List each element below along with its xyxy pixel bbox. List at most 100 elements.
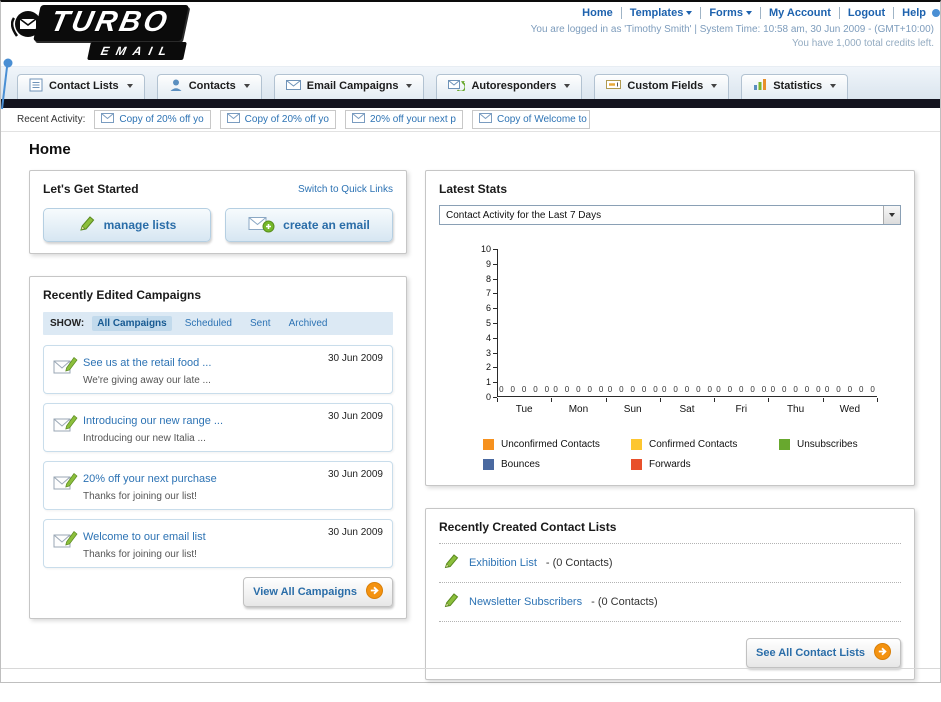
chevron-down-icon bbox=[686, 11, 693, 15]
logo-subtext: EMAIL bbox=[99, 44, 175, 58]
show-label: SHOW: bbox=[50, 318, 85, 329]
contact-lists-icon bbox=[29, 78, 43, 95]
campaign-title-link[interactable]: 20% off your next purchase bbox=[83, 473, 217, 485]
chevron-down-icon bbox=[830, 84, 837, 88]
contact-list-name-link[interactable]: Newsletter Subscribers bbox=[469, 596, 582, 608]
chart-legend: Unconfirmed Contacts Confirmed Contacts Un… bbox=[483, 439, 929, 470]
campaign-date: 30 Jun 2009 bbox=[327, 527, 383, 538]
statistics-icon bbox=[753, 78, 767, 94]
pencil-icon bbox=[78, 215, 96, 235]
manage-lists-button[interactable]: manage lists bbox=[43, 208, 211, 242]
chart-value-labels: 00000 bbox=[716, 385, 767, 394]
annotation-marker-right bbox=[932, 9, 940, 17]
contact-list-item[interactable]: Newsletter Subscribers - (0 Contacts) bbox=[439, 583, 901, 622]
view-all-campaigns-button[interactable]: View All Campaigns bbox=[243, 577, 393, 607]
contact-list-item[interactable]: Exhibition List - (0 Contacts) bbox=[439, 544, 901, 583]
envelope-pencil-icon bbox=[53, 529, 83, 555]
recent-campaigns-panel: Recently Edited Campaigns SHOW: All Camp… bbox=[29, 276, 407, 619]
campaign-subtitle: Thanks for joining our list! bbox=[83, 491, 197, 502]
campaign-subtitle: Thanks for joining our list! bbox=[83, 549, 197, 560]
tab-email-campaigns[interactable]: Email Campaigns bbox=[273, 74, 425, 99]
top-nav-forms[interactable]: Forms bbox=[700, 7, 760, 19]
top-nav-logout[interactable]: Logout bbox=[838, 7, 893, 19]
campaign-title-link[interactable]: Introducing our new range ... bbox=[83, 415, 223, 427]
campaign-list-item[interactable]: 20% off your next purchase Thanks for jo… bbox=[43, 461, 393, 510]
legend-label: Unsubscribes bbox=[797, 439, 858, 450]
recent-contact-lists-title: Recently Created Contact Lists bbox=[439, 520, 901, 544]
chart-x-label: Tue bbox=[515, 404, 533, 415]
campaign-list-item[interactable]: See us at the retail food ... We're givi… bbox=[43, 345, 393, 394]
chart-x-label: Thu bbox=[786, 404, 805, 415]
header: TURBO EMAIL Home Templates Forms My Acco… bbox=[1, 2, 940, 66]
campaign-date: 30 Jun 2009 bbox=[327, 353, 383, 364]
recent-activity-label: Recent Activity: bbox=[17, 114, 86, 125]
envelope-icon bbox=[226, 113, 240, 126]
chart-value-labels: 00000 bbox=[607, 385, 658, 394]
login-info: You are logged in as 'Timothy Smith' | S… bbox=[530, 24, 934, 35]
chart-y-label: 4 bbox=[485, 332, 491, 343]
chart-value-labels: 00000 bbox=[499, 385, 550, 394]
create-email-button[interactable]: create an email bbox=[225, 208, 393, 242]
get-started-panel: Let's Get Started Switch to Quick Links … bbox=[29, 170, 407, 254]
latest-stats-title: Latest Stats bbox=[439, 182, 508, 196]
latest-stats-panel: Latest Stats Contact Activity for the La… bbox=[425, 170, 915, 486]
chevron-down-icon bbox=[406, 84, 413, 88]
top-navigation: Home Templates Forms My Account Logout H… bbox=[531, 7, 934, 19]
tab-autoresponders[interactable]: Autoresponders bbox=[436, 74, 583, 99]
chart-y-label: 1 bbox=[485, 377, 491, 388]
custom-fields-icon bbox=[606, 78, 622, 94]
see-all-contact-lists-button[interactable]: See All Contact Lists bbox=[745, 638, 901, 668]
filter-sent[interactable]: Sent bbox=[245, 316, 276, 331]
arrow-circle-icon bbox=[366, 582, 383, 602]
tab-custom-fields[interactable]: Custom Fields bbox=[594, 74, 730, 99]
chart-value-labels: 00000 bbox=[662, 385, 712, 394]
app-logo[interactable]: TURBO EMAIL bbox=[10, 5, 251, 60]
top-nav-help[interactable]: Help bbox=[893, 7, 934, 19]
switch-quick-links-link[interactable]: Switch to Quick Links bbox=[298, 184, 393, 195]
chart-value-labels: 00000 bbox=[770, 385, 821, 394]
filter-scheduled[interactable]: Scheduled bbox=[180, 316, 237, 331]
filter-archived[interactable]: Archived bbox=[284, 316, 333, 331]
filter-all-campaigns[interactable]: All Campaigns bbox=[92, 316, 172, 331]
chevron-down-icon bbox=[745, 11, 752, 15]
legend-label: Confirmed Contacts bbox=[649, 439, 738, 450]
chart-value-labels: 00000 bbox=[553, 385, 604, 394]
legend-label: Bounces bbox=[501, 459, 540, 470]
campaign-list-item[interactable]: Introducing our new range ... Introducin… bbox=[43, 403, 393, 452]
recent-activity-item[interactable]: 20% off your next p bbox=[344, 110, 463, 129]
stats-period-select[interactable]: Contact Activity for the Last 7 Days bbox=[439, 205, 901, 225]
get-started-title: Let's Get Started bbox=[43, 182, 139, 196]
top-nav-my-account[interactable]: My Account bbox=[759, 7, 839, 19]
recent-activity-item[interactable]: Copy of Welcome to bbox=[471, 110, 590, 129]
top-nav-templates[interactable]: Templates bbox=[620, 7, 701, 19]
legend-swatch bbox=[779, 439, 790, 450]
chart-x-label: Sun bbox=[623, 404, 642, 415]
campaign-date: 30 Jun 2009 bbox=[327, 469, 383, 480]
contact-list-name-link[interactable]: Exhibition List bbox=[469, 557, 537, 569]
campaign-title-link[interactable]: See us at the retail food ... bbox=[83, 357, 211, 369]
legend-swatch bbox=[483, 439, 494, 450]
campaign-list-item[interactable]: Welcome to our email list Thanks for joi… bbox=[43, 519, 393, 568]
chart-plot-area bbox=[497, 249, 877, 397]
tab-statistics[interactable]: Statistics bbox=[741, 74, 849, 99]
legend-item: Unsubscribes bbox=[779, 439, 927, 450]
envelope-icon bbox=[351, 113, 365, 126]
legend-item: Bounces bbox=[483, 459, 631, 470]
chart-y-label: 3 bbox=[485, 347, 491, 358]
chart-y-label: 6 bbox=[485, 303, 491, 314]
recent-activity-item[interactable]: Copy of 20% off yo bbox=[94, 110, 211, 129]
campaign-date: 30 Jun 2009 bbox=[327, 411, 383, 422]
tab-contact-lists[interactable]: Contact Lists bbox=[17, 74, 145, 99]
recent-activity-item[interactable]: Copy of 20% off yo bbox=[219, 110, 336, 129]
footer-divider bbox=[1, 668, 940, 669]
nav-divider-bar bbox=[1, 99, 940, 108]
annotation-marker-left bbox=[1, 57, 15, 117]
stats-period-value: Contact Activity for the Last 7 Days bbox=[446, 209, 602, 221]
envelope-icon bbox=[101, 113, 115, 126]
contact-activity-chart: 0 1 2 3 4 5 6 7 8 9 10 0 0 0 0 0 Tue 0 0 0 0 0 Mon 0 0 0 0 0 Sun 0 0 0 0… bbox=[439, 237, 901, 429]
tab-contacts[interactable]: Contacts bbox=[156, 74, 262, 99]
legend-swatch bbox=[631, 459, 642, 470]
top-nav-home[interactable]: Home bbox=[574, 7, 621, 19]
campaign-title-link[interactable]: Welcome to our email list bbox=[83, 531, 206, 543]
select-dropdown-icon bbox=[883, 206, 900, 224]
